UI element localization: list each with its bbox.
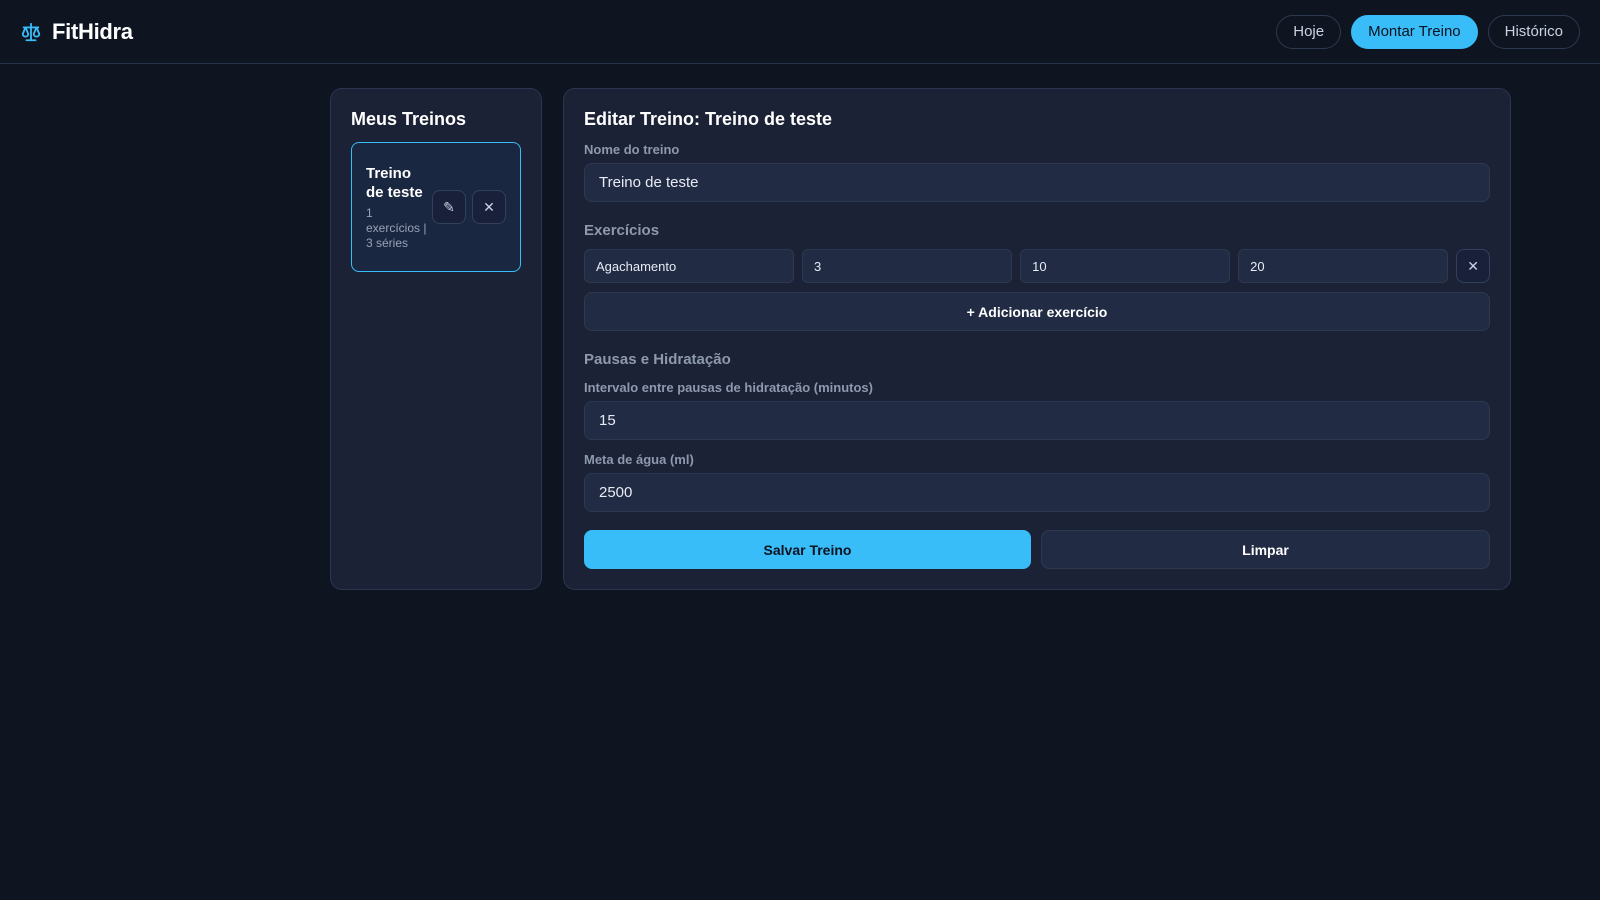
interval-label: Intervalo entre pausas de hidratação (mi… <box>584 380 873 395</box>
exercise-name-input[interactable] <box>584 249 795 283</box>
close-icon: ✕ <box>483 198 495 215</box>
workout-item-actions: ✎ ✕ <box>432 190 506 224</box>
workout-editor: Editar Treino: Treino de teste Nome do t… <box>563 88 1511 590</box>
exercise-weight-input[interactable] <box>1238 249 1449 283</box>
main-nav: Hoje Montar Treino Histórico <box>1276 14 1580 49</box>
workout-item-meta: 1 exercícios | 3 séries <box>366 205 427 250</box>
workouts-sidebar: Meus Treinos Treino de teste 1 exercício… <box>330 88 542 590</box>
nav-hoje-button[interactable]: Hoje <box>1276 14 1342 49</box>
workout-name-label: Nome do treino <box>584 142 680 157</box>
delete-workout-button[interactable]: ✕ <box>472 190 506 224</box>
remove-exercise-button[interactable]: ✕ <box>1456 249 1491 283</box>
workout-name-input[interactable] <box>584 163 1490 202</box>
water-goal-label: Meta de água (ml) <box>584 452 694 467</box>
nav-montar-treino-button[interactable]: Montar Treino <box>1351 14 1478 49</box>
exercise-row: ✕ <box>584 249 1491 283</box>
edit-workout-button[interactable]: ✎ <box>432 190 466 224</box>
pencil-icon: ✎ <box>443 198 455 215</box>
brand[interactable]: FitHidra <box>20 19 133 45</box>
clear-button[interactable]: Limpar <box>1041 530 1490 569</box>
exercise-sets-input[interactable] <box>802 249 1013 283</box>
workout-item[interactable]: Treino de teste 1 exercícios | 3 séries … <box>351 142 521 272</box>
editor-title: Editar Treino: Treino de teste <box>584 109 833 129</box>
workout-item-name: Treino de teste <box>366 164 423 201</box>
exercise-reps-input[interactable] <box>1020 249 1231 283</box>
form-actions: Salvar Treino Limpar <box>584 530 1490 569</box>
interval-input[interactable] <box>584 401 1490 440</box>
exercises-title: Exercícios <box>584 222 660 239</box>
workout-item-text: Treino de teste 1 exercícios | 3 séries <box>366 164 430 251</box>
water-goal-input[interactable] <box>584 473 1490 512</box>
nav-historico-button[interactable]: Histórico <box>1487 14 1580 49</box>
brand-name: FitHidra <box>52 18 133 44</box>
sidebar-title: Meus Treinos <box>351 109 467 129</box>
scale-icon <box>20 21 42 43</box>
hydration-title: Pausas e Hidratação <box>584 351 731 368</box>
add-exercise-button[interactable]: + Adicionar exercício <box>584 292 1490 331</box>
top-bar: FitHidra Hoje Montar Treino Histórico <box>0 0 1600 64</box>
save-workout-button[interactable]: Salvar Treino <box>584 530 1031 569</box>
close-icon: ✕ <box>1467 257 1479 274</box>
